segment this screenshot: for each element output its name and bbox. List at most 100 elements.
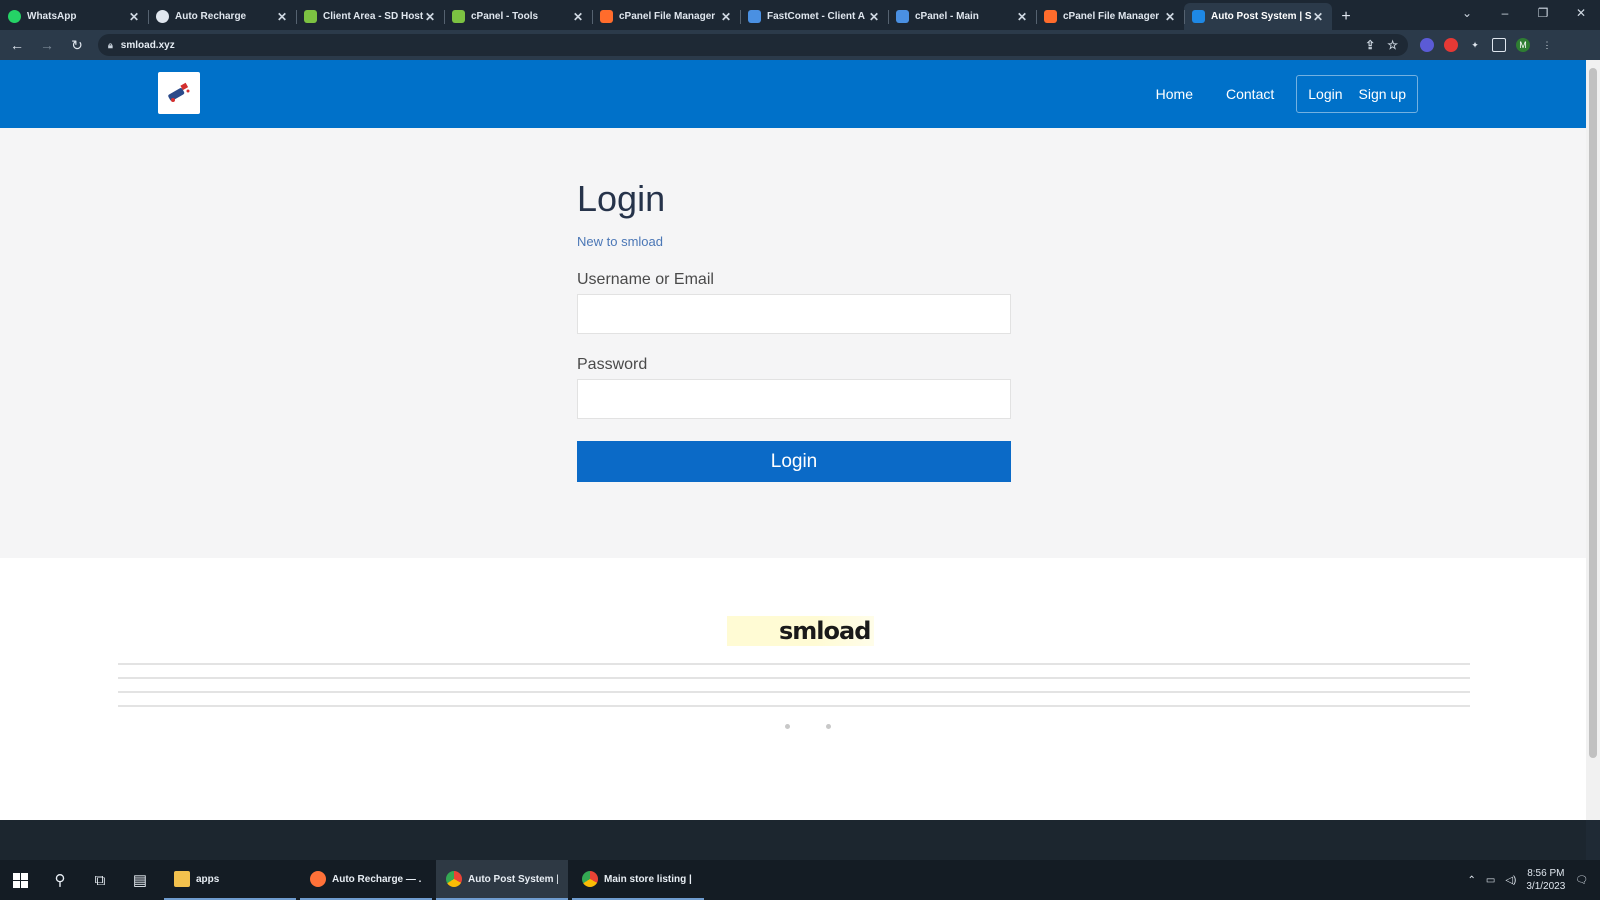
close-icon[interactable]: ✕ xyxy=(1016,10,1028,24)
chrome-icon xyxy=(446,871,462,887)
menu-dots-icon[interactable]: ⋮ xyxy=(1540,38,1554,52)
login-button[interactable]: Login xyxy=(577,441,1011,482)
whatsapp-icon xyxy=(8,10,21,23)
search-icon[interactable]: ⚲ xyxy=(40,860,80,900)
site-navbar: Home Contact Login Sign up xyxy=(0,60,1586,128)
volume-icon[interactable]: ◁) xyxy=(1505,875,1516,886)
site-icon xyxy=(896,10,909,23)
footer-section: smload xyxy=(0,558,1586,820)
bookmark-star-icon[interactable]: ☆ xyxy=(1387,38,1398,52)
chevron-up-icon[interactable]: ⌃ xyxy=(1467,875,1475,886)
site-icon xyxy=(452,10,465,23)
logo-icon xyxy=(168,82,190,102)
close-icon[interactable]: ✕ xyxy=(572,10,584,24)
scrollbar-thumb[interactable] xyxy=(1589,68,1597,758)
address-bar[interactable]: 🔒︎ smload.xyz ⇪ ☆ xyxy=(98,34,1408,56)
tab-cpanel-file-manager[interactable]: cPanel File Manager ✕ xyxy=(592,3,740,30)
nav-home-link[interactable]: Home xyxy=(1156,86,1193,102)
system-clock[interactable]: 8:56 PM 3/1/2023 xyxy=(1526,867,1565,893)
close-icon[interactable]: ✕ xyxy=(128,10,140,24)
tab-fastcomet[interactable]: FastComet - Client A ✕ xyxy=(740,3,888,30)
tab-title: cPanel - Main xyxy=(915,11,979,22)
close-icon[interactable]: ✕ xyxy=(1164,10,1176,24)
puzzle-icon[interactable]: ✦ xyxy=(1468,38,1482,52)
windows-start-icon[interactable] xyxy=(0,860,40,900)
task-view-icon[interactable]: ⧉ xyxy=(80,860,120,900)
tab-cpanel-main[interactable]: cPanel - Main ✕ xyxy=(888,3,1036,30)
lock-icon[interactable]: 🔒︎ xyxy=(108,40,113,51)
divider xyxy=(118,677,1470,679)
folder-icon xyxy=(174,871,190,887)
extension-icon[interactable] xyxy=(1420,38,1434,52)
notification-icon[interactable]: 🗨︎ xyxy=(1575,875,1588,886)
divider xyxy=(118,705,1470,707)
web-page: Home Contact Login Sign up Login New to … xyxy=(0,60,1586,820)
window-controls: ⌄ – ❐ ✕ xyxy=(1448,0,1600,30)
tab-title: Client Area - SD Host xyxy=(323,11,424,22)
close-icon[interactable]: ✕ xyxy=(1312,10,1324,24)
login-form: Login New to smload Username or Email Pa… xyxy=(577,178,1011,482)
share-icon[interactable]: ⇪ xyxy=(1365,38,1375,52)
brand-logo: smload xyxy=(727,616,875,646)
restore-icon[interactable]: ❐ xyxy=(1524,0,1562,26)
nav-signup-link[interactable]: Sign up xyxy=(1359,86,1406,102)
os-taskbar: ⚲ ⧉ ▤ apps Auto Recharge — ... Auto Post… xyxy=(0,860,1600,900)
clock-time: 8:56 PM xyxy=(1527,868,1565,879)
taskbar-app-chrome[interactable]: Main store listing | ... xyxy=(572,860,704,900)
chrome-icon xyxy=(582,871,598,887)
tab-auto-recharge[interactable]: Auto Recharge ✕ xyxy=(148,3,296,30)
reload-icon[interactable]: ↻ xyxy=(64,32,90,58)
carousel-dot[interactable] xyxy=(826,724,831,729)
new-tab-button[interactable]: + xyxy=(1332,3,1360,30)
side-panel-icon[interactable] xyxy=(1492,38,1506,52)
site-icon xyxy=(1192,10,1205,23)
tab-title: WhatsApp xyxy=(27,11,77,22)
close-icon[interactable]: ✕ xyxy=(276,10,288,24)
username-input[interactable] xyxy=(577,294,1011,334)
nav-contact-link[interactable]: Contact xyxy=(1226,86,1274,102)
forward-icon[interactable]: → xyxy=(34,32,60,58)
tab-auto-post-system[interactable]: Auto Post System | S ✕ xyxy=(1184,3,1332,30)
firefox-icon xyxy=(310,871,326,887)
signup-link[interactable]: New to smload xyxy=(577,234,1011,249)
password-input[interactable] xyxy=(577,379,1011,419)
taskbar-app-firefox[interactable]: Auto Recharge — ... xyxy=(300,860,432,900)
windows-logo-icon xyxy=(12,872,28,888)
extensions-area: ✦ M ⋮ xyxy=(1420,38,1554,52)
tab-title: Auto Recharge xyxy=(175,11,247,22)
profile-avatar[interactable]: M xyxy=(1516,38,1530,52)
cpanel-icon xyxy=(600,10,613,23)
login-section: Login New to smload Username or Email Pa… xyxy=(0,128,1586,574)
tab-cpanel-file-manager-2[interactable]: cPanel File Manager ✕ xyxy=(1036,3,1184,30)
taskbar-app-label: Auto Post System | ... xyxy=(468,873,558,885)
system-tray: ⌃ ▭ ◁) 8:56 PM 3/1/2023 🗨︎ xyxy=(1467,867,1600,893)
tab-whatsapp[interactable]: WhatsApp ✕ xyxy=(0,3,148,30)
taskbar-app-explorer[interactable]: apps xyxy=(164,860,296,900)
site-logo[interactable] xyxy=(158,72,200,114)
close-icon[interactable]: ✕ xyxy=(720,10,732,24)
tab-client-area[interactable]: Client Area - SD Host ✕ xyxy=(296,3,444,30)
url-text: smload.xyz xyxy=(120,39,175,51)
page-title: Login xyxy=(577,178,666,219)
minimize-icon[interactable]: – xyxy=(1486,0,1524,26)
tab-title: FastComet - Client A xyxy=(767,11,865,22)
nav-links: Home Contact Login Sign up xyxy=(1123,75,1418,113)
browser-toolbar: ← → ↻ 🔒︎ smload.xyz ⇪ ☆ ✦ M ⋮ xyxy=(0,30,1600,60)
page-footer-band xyxy=(0,820,1586,860)
tab-cpanel-tools[interactable]: cPanel - Tools ✕ xyxy=(444,3,592,30)
carousel-dot[interactable] xyxy=(785,724,790,729)
page-scrollbar[interactable] xyxy=(1586,60,1600,820)
nav-login-link[interactable]: Login xyxy=(1308,86,1342,102)
network-icon[interactable]: ▭ xyxy=(1486,875,1495,886)
carousel-dots xyxy=(785,724,831,729)
close-icon[interactable]: ✕ xyxy=(424,10,436,24)
extension-icon[interactable] xyxy=(1444,38,1458,52)
tab-search-icon[interactable]: ⌄ xyxy=(1448,0,1486,26)
close-icon[interactable]: ✕ xyxy=(868,10,880,24)
username-label: Username or Email xyxy=(577,271,714,288)
back-icon[interactable]: ← xyxy=(4,32,30,58)
app-icon[interactable]: ▤ xyxy=(120,860,160,900)
tab-title: cPanel - Tools xyxy=(471,11,539,22)
close-window-icon[interactable]: ✕ xyxy=(1562,0,1600,26)
taskbar-app-chrome-active[interactable]: Auto Post System | ... xyxy=(436,860,568,900)
